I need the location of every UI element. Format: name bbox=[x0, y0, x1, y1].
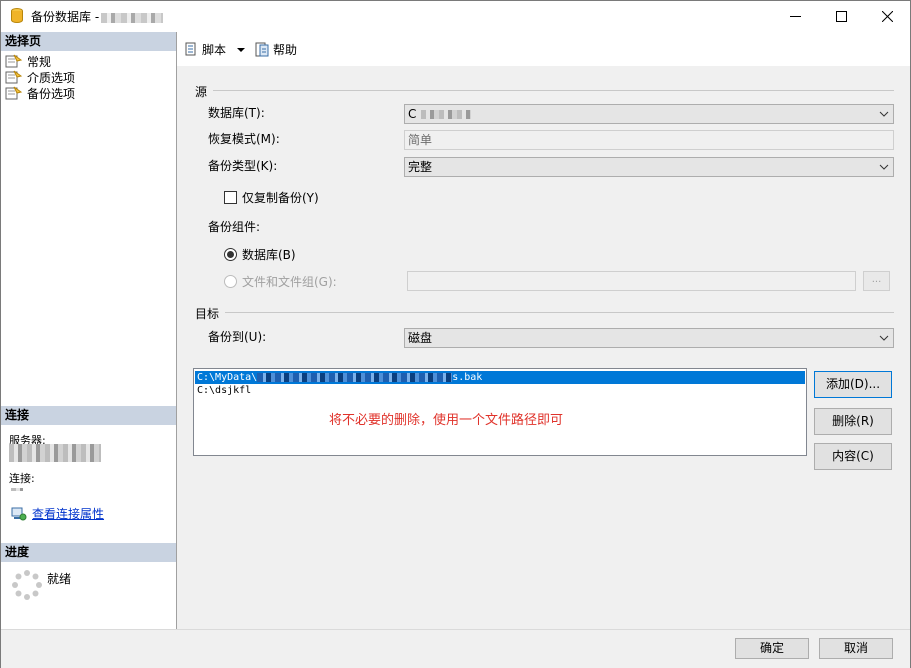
title-bar: 备份数据库 - bbox=[1, 1, 910, 31]
page-item-general[interactable]: 常规 bbox=[5, 53, 51, 69]
database-label: 数据库(T): bbox=[208, 106, 265, 120]
backup-to-value: 磁盘 bbox=[408, 331, 433, 345]
close-button[interactable] bbox=[864, 1, 910, 31]
component-database-label: 数据库(B) bbox=[242, 248, 296, 262]
backup-component-label: 备份组件: bbox=[208, 220, 261, 234]
redacted-server-value bbox=[9, 444, 101, 462]
footer-bar: 确定 取消 bbox=[1, 629, 910, 668]
page-icon bbox=[5, 70, 23, 84]
close-icon bbox=[881, 10, 893, 22]
page-icon bbox=[5, 86, 23, 100]
path-suffix: s.bak bbox=[452, 372, 483, 383]
path-text: C:\dsjkfl bbox=[197, 385, 252, 396]
page-item-label: 备份选项 bbox=[27, 86, 76, 101]
backup-type-label: 备份类型(K): bbox=[208, 159, 278, 173]
connection-header: 连接 bbox=[1, 406, 176, 425]
list-item[interactable]: C:\dsjkfl bbox=[195, 384, 251, 397]
filegroup-browse-button[interactable]: ... bbox=[863, 271, 890, 291]
progress-status: 就绪 bbox=[47, 572, 72, 586]
help-label: 帮助 bbox=[273, 43, 298, 57]
backup-to-select[interactable]: 磁盘 bbox=[404, 328, 894, 348]
recovery-model-field: 简单 bbox=[404, 130, 894, 150]
view-connection-link-label: 查看连接属性 bbox=[32, 507, 105, 521]
component-files-label: 文件和文件组(G): bbox=[242, 275, 337, 289]
page-item-label: 介质选项 bbox=[27, 70, 76, 85]
contents-button[interactable]: 内容(C) bbox=[814, 443, 892, 470]
script-icon bbox=[185, 42, 196, 55]
source-divider bbox=[213, 90, 894, 91]
main-panel: 源 数据库(T): C 恢复模式(M): 简单 备份类型(K): 完整 仅复制备… bbox=[177, 66, 910, 629]
radio-selected[interactable] bbox=[224, 248, 237, 261]
cancel-button[interactable]: 取消 bbox=[819, 638, 893, 659]
database-select[interactable]: C bbox=[404, 104, 894, 124]
redacted-path bbox=[257, 372, 453, 382]
remove-button[interactable]: 删除(R) bbox=[814, 408, 892, 435]
database-icon bbox=[11, 8, 23, 23]
backup-database-dialog: 备份数据库 - 选择页 常规 介质选项 备份选项 连接 服务器: 连接: 查看连… bbox=[0, 0, 911, 668]
redacted-database-name bbox=[421, 110, 471, 119]
add-button[interactable]: 添加(D)... bbox=[814, 371, 892, 398]
progress-header: 进度 bbox=[1, 543, 176, 562]
connection-properties-icon bbox=[11, 507, 27, 520]
connection-label: 连接: bbox=[9, 472, 35, 485]
maximize-button[interactable] bbox=[818, 1, 864, 31]
filegroup-input[interactable] bbox=[407, 271, 856, 291]
minimize-icon bbox=[789, 15, 801, 17]
destination-group-label: 目标 bbox=[195, 307, 220, 321]
window-title: 备份数据库 - bbox=[31, 8, 164, 25]
destination-divider bbox=[225, 312, 894, 313]
page-item-label: 常规 bbox=[27, 54, 52, 69]
database-value: C bbox=[408, 107, 417, 121]
chevron-down-icon bbox=[879, 335, 889, 341]
progress-spinner-icon bbox=[12, 570, 42, 600]
source-group-label: 源 bbox=[195, 85, 208, 99]
select-page-header: 选择页 bbox=[1, 32, 176, 51]
page-icon bbox=[5, 54, 23, 68]
chevron-down-icon bbox=[879, 164, 889, 170]
chevron-down-icon bbox=[879, 111, 889, 117]
page-item-media-options[interactable]: 介质选项 bbox=[5, 69, 75, 85]
component-files-radio[interactable]: 文件和文件组(G): bbox=[224, 273, 337, 290]
script-button[interactable]: 脚本 bbox=[183, 41, 247, 58]
maximize-icon bbox=[835, 10, 847, 22]
path-prefix: C:\MyData\ bbox=[197, 372, 258, 383]
minimize-button[interactable] bbox=[772, 1, 818, 31]
backup-type-select[interactable]: 完整 bbox=[404, 157, 894, 177]
component-database-radio[interactable]: 数据库(B) bbox=[224, 246, 296, 263]
redacted-server-name bbox=[101, 12, 164, 23]
help-icon bbox=[255, 42, 269, 56]
backup-type-value: 完整 bbox=[408, 160, 433, 174]
view-connection-properties-link[interactable]: 查看连接属性 bbox=[11, 505, 104, 522]
ok-button[interactable]: 确定 bbox=[735, 638, 809, 659]
radio-unselected[interactable] bbox=[224, 275, 237, 288]
annotation-note: 将不必要的删除，使用一个文件路径即可 bbox=[329, 413, 564, 428]
redacted-connection-value bbox=[11, 488, 23, 491]
left-panel: 选择页 常规 介质选项 备份选项 连接 服务器: 连接: 查看连接属性 进度 就… bbox=[1, 32, 177, 629]
toolbar: 脚本 帮助 bbox=[177, 32, 910, 66]
copy-only-label: 仅复制备份(Y) bbox=[242, 191, 319, 205]
recovery-model-label: 恢复模式(M): bbox=[208, 132, 280, 146]
list-item-selected[interactable]: C:\MyData\ s.bak bbox=[195, 371, 805, 384]
script-label: 脚本 bbox=[202, 43, 227, 57]
copy-only-checkbox[interactable]: 仅复制备份(Y) bbox=[224, 189, 319, 206]
backup-to-label: 备份到(U): bbox=[208, 330, 267, 344]
chevron-down-icon bbox=[237, 47, 246, 52]
page-item-backup-options[interactable]: 备份选项 bbox=[5, 85, 75, 101]
checkbox-box[interactable] bbox=[224, 191, 237, 204]
help-button[interactable]: 帮助 bbox=[254, 41, 297, 58]
